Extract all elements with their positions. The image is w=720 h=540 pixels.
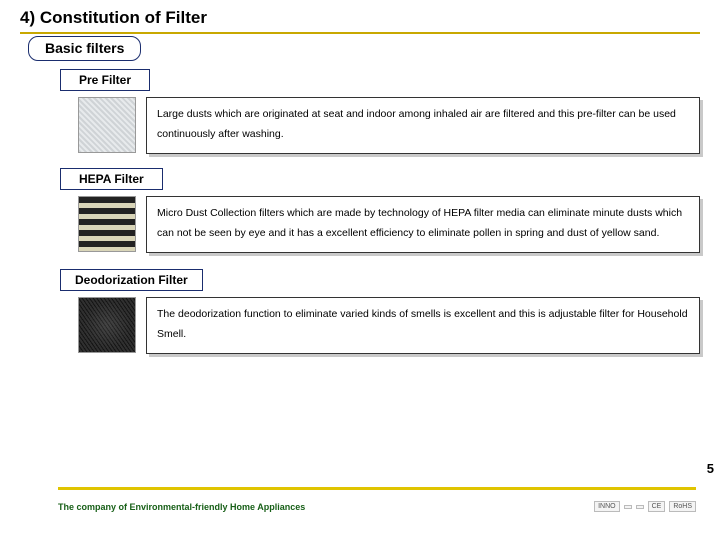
- title-underline: [20, 32, 700, 34]
- logo-chip: [636, 505, 644, 509]
- slide-title: 4) Constitution of Filter: [20, 8, 700, 31]
- description-text: Large dusts which are originated at seat…: [146, 97, 700, 154]
- subtitle-pill: Basic filters: [28, 36, 141, 61]
- filter-block-pre: Pre Filter Large dusts which are origina…: [60, 69, 700, 154]
- page-number: 5: [707, 461, 714, 476]
- filter-row: Micro Dust Collection filters which are …: [78, 196, 700, 253]
- filter-label: Deodorization Filter: [60, 269, 203, 291]
- description-box: Micro Dust Collection filters which are …: [146, 196, 700, 253]
- footer-logos: INNO CE RoHS: [594, 501, 696, 512]
- title-block: 4) Constitution of Filter: [20, 8, 700, 34]
- footer-rule: [58, 487, 696, 490]
- hepa-swatch-image: [78, 196, 136, 252]
- deo-swatch-image: [78, 297, 136, 353]
- logo-chip: [624, 505, 632, 509]
- filter-row: The deodorization function to eliminate …: [78, 297, 700, 354]
- description-text: Micro Dust Collection filters which are …: [146, 196, 700, 253]
- description-box: The deodorization function to eliminate …: [146, 297, 700, 354]
- description-box: Large dusts which are originated at seat…: [146, 97, 700, 154]
- filter-label: Pre Filter: [60, 69, 150, 91]
- slide: 4) Constitution of Filter Basic filters …: [0, 0, 720, 540]
- description-text: The deodorization function to eliminate …: [146, 297, 700, 354]
- logo-chip: CE: [648, 501, 666, 512]
- prefilter-swatch-image: [78, 97, 136, 153]
- filter-block-deo: Deodorization Filter The deodorization f…: [60, 269, 700, 354]
- filter-row: Large dusts which are originated at seat…: [78, 97, 700, 154]
- filter-label: HEPA Filter: [60, 168, 163, 190]
- logo-chip: INNO: [594, 501, 620, 512]
- footer-company-text: The company of Environmental-friendly Ho…: [58, 502, 305, 512]
- filter-block-hepa: HEPA Filter Micro Dust Collection filter…: [60, 168, 700, 253]
- logo-chip: RoHS: [669, 501, 696, 512]
